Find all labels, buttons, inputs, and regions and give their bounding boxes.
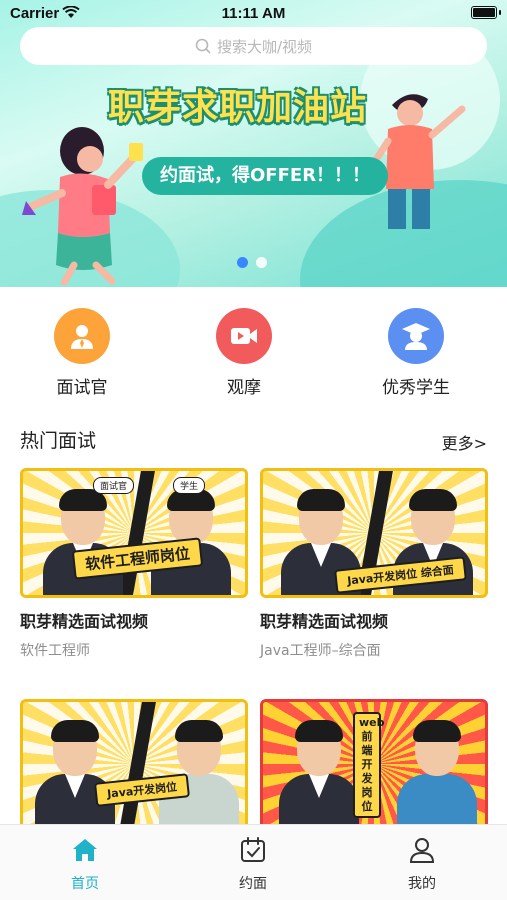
user-icon: [409, 838, 435, 863]
carousel-indicator[interactable]: [237, 257, 267, 268]
video-card[interactable]: 面试官 学生 软件工程师岗位 职芽精选面试视频 软件工程师: [20, 468, 248, 660]
person-image: [157, 718, 241, 826]
tab-appointments[interactable]: 约面: [203, 835, 303, 893]
quick-menu: 面试官 观摩 优秀学生: [0, 300, 507, 400]
search-placeholder: 搜索大咖/视频: [216, 37, 313, 56]
calendar-check-icon: [241, 837, 265, 862]
video-card[interactable]: Java开发岗位: [20, 699, 248, 829]
video-thumbnail[interactable]: Java开发岗位: [20, 699, 248, 829]
search-icon: [195, 38, 211, 54]
banner[interactable]: 职芽求职加油站 约面试，得OFFER！！！ Carrier 11:11 AM 搜…: [0, 0, 507, 287]
banner-subtitle: 约面试，得OFFER！！！: [142, 157, 389, 195]
person-image: [33, 718, 117, 826]
menu-item-observe[interactable]: 观摩: [184, 308, 304, 398]
thumbnail-badge: 面试官: [93, 477, 135, 494]
card-title: 职芽精选面试视频: [20, 612, 149, 631]
tab-label: 首页: [71, 876, 99, 892]
graduate-icon: [388, 308, 444, 364]
video-card[interactable]: Java开发岗位 综合面 职芽精选面试视频 Java工程师–综合面: [260, 468, 488, 660]
clock: 11:11 AM: [221, 5, 286, 22]
video-camera-icon: [216, 308, 272, 364]
person-image: [277, 718, 361, 826]
thumbnail-caption: web前端开发岗位: [353, 712, 385, 818]
home-icon: [73, 839, 97, 861]
tab-home[interactable]: 首页: [35, 835, 135, 893]
thumbnail-badge: 学生: [173, 477, 206, 494]
status-bar: Carrier 11:11 AM: [0, 0, 507, 28]
section-title: 热门面试: [20, 430, 97, 452]
card-subtitle: 软件工程师: [20, 643, 90, 659]
video-thumbnail[interactable]: web前端开发岗位: [260, 699, 488, 829]
search-bar[interactable]: 搜索大咖/视频: [20, 27, 487, 65]
person-image: [395, 718, 479, 826]
video-thumbnail[interactable]: 面试官 学生 软件工程师岗位: [20, 468, 248, 598]
more-link[interactable]: 更多>: [442, 430, 487, 454]
video-thumbnail[interactable]: Java开发岗位 综合面: [260, 468, 488, 598]
interviewer-icon: [54, 308, 110, 364]
banner-title: 职芽求职加油站: [108, 87, 368, 128]
woman-illustration: [22, 127, 143, 285]
menu-label: 面试官: [56, 378, 108, 398]
carousel-dot-active[interactable]: [237, 257, 248, 268]
menu-item-top-students[interactable]: 优秀学生: [356, 308, 476, 398]
menu-label: 观摩: [227, 378, 261, 398]
tab-profile[interactable]: 我的: [372, 835, 472, 893]
menu-item-interviewer[interactable]: 面试官: [22, 308, 142, 398]
tab-label: 我的: [408, 876, 436, 892]
card-title: 职芽精选面试视频: [260, 612, 389, 631]
card-subtitle: Java工程师–综合面: [260, 643, 381, 659]
carousel-dot[interactable]: [256, 257, 267, 268]
video-card[interactable]: web前端开发岗位: [260, 699, 488, 829]
menu-label: 优秀学生: [382, 378, 450, 398]
tab-bar: 首页 约面 我的: [0, 824, 507, 900]
tab-label: 约面: [239, 876, 267, 892]
battery-icon: [471, 6, 501, 19]
